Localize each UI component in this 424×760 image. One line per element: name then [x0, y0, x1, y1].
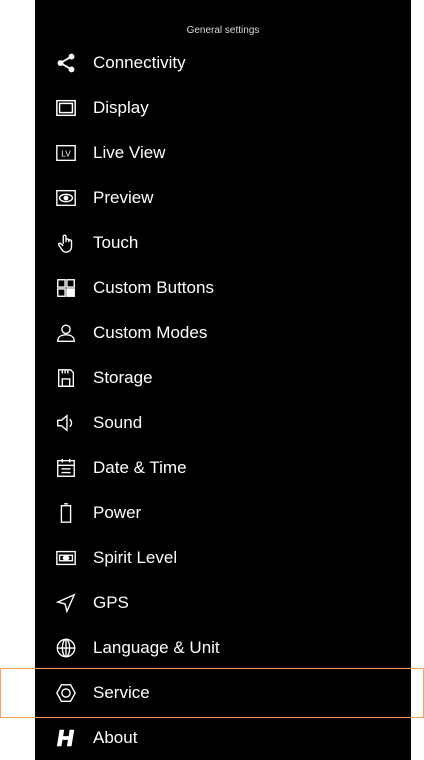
storage-card-icon — [54, 366, 78, 390]
menu-item-preview[interactable]: Preview — [35, 175, 411, 220]
menu-item-storage[interactable]: Storage — [35, 355, 411, 400]
menu-item-sound[interactable]: Sound — [35, 400, 411, 445]
settings-panel: General settings Connectivity Display LV… — [35, 0, 411, 760]
menu-item-display[interactable]: Display — [35, 85, 411, 130]
menu-item-label: Custom Buttons — [93, 277, 214, 297]
share-icon — [54, 51, 78, 75]
menu-item-label: Display — [93, 97, 149, 117]
spirit-level-icon — [54, 546, 78, 570]
speaker-icon — [54, 411, 78, 435]
svg-text:LV: LV — [61, 149, 71, 158]
display-icon — [54, 96, 78, 120]
menu-item-live-view[interactable]: LV Live View — [35, 130, 411, 175]
hasselblad-h-icon — [54, 726, 78, 750]
menu-item-label: About — [93, 727, 138, 747]
menu-item-label: Service — [93, 682, 150, 702]
touch-hand-icon — [54, 231, 78, 255]
menu-item-label: Live View — [93, 142, 166, 162]
preview-eye-icon — [54, 186, 78, 210]
hexagon-icon — [54, 681, 78, 705]
gps-arrow-icon — [54, 591, 78, 615]
custom-buttons-grid-icon — [54, 276, 78, 300]
menu-item-label: Preview — [93, 187, 154, 207]
menu-item-label: Touch — [93, 232, 139, 252]
menu-item-label: Sound — [93, 412, 143, 432]
menu-item-label: Date & Time — [93, 457, 187, 477]
menu-item-gps[interactable]: GPS — [35, 580, 411, 625]
menu-item-spirit-level[interactable]: Spirit Level — [35, 535, 411, 580]
menu-item-custom-modes[interactable]: Custom Modes — [35, 310, 411, 355]
calendar-icon — [54, 456, 78, 480]
menu-item-label: Storage — [93, 367, 153, 387]
menu-item-label: Power — [93, 502, 142, 522]
menu-item-label: Connectivity — [93, 52, 186, 72]
menu-item-custom-buttons[interactable]: Custom Buttons — [35, 265, 411, 310]
live-view-icon: LV — [54, 141, 78, 165]
menu-item-power[interactable]: Power — [35, 490, 411, 535]
menu-item-label: Language & Unit — [93, 637, 220, 657]
menu-item-connectivity[interactable]: Connectivity — [35, 40, 411, 85]
user-icon — [54, 321, 78, 345]
menu-item-label: Custom Modes — [93, 322, 208, 342]
battery-icon — [54, 501, 78, 525]
page-title: General settings — [186, 25, 260, 36]
menu-item-label: GPS — [93, 592, 129, 612]
menu-item-date-time[interactable]: Date & Time — [35, 445, 411, 490]
menu-item-language-unit[interactable]: Language & Unit — [35, 625, 411, 670]
menu-item-label: Spirit Level — [93, 547, 178, 567]
globe-icon — [54, 636, 78, 660]
menu-item-about[interactable]: About — [35, 715, 411, 760]
menu-item-touch[interactable]: Touch — [35, 220, 411, 265]
menu-item-service[interactable]: Service — [35, 670, 411, 715]
